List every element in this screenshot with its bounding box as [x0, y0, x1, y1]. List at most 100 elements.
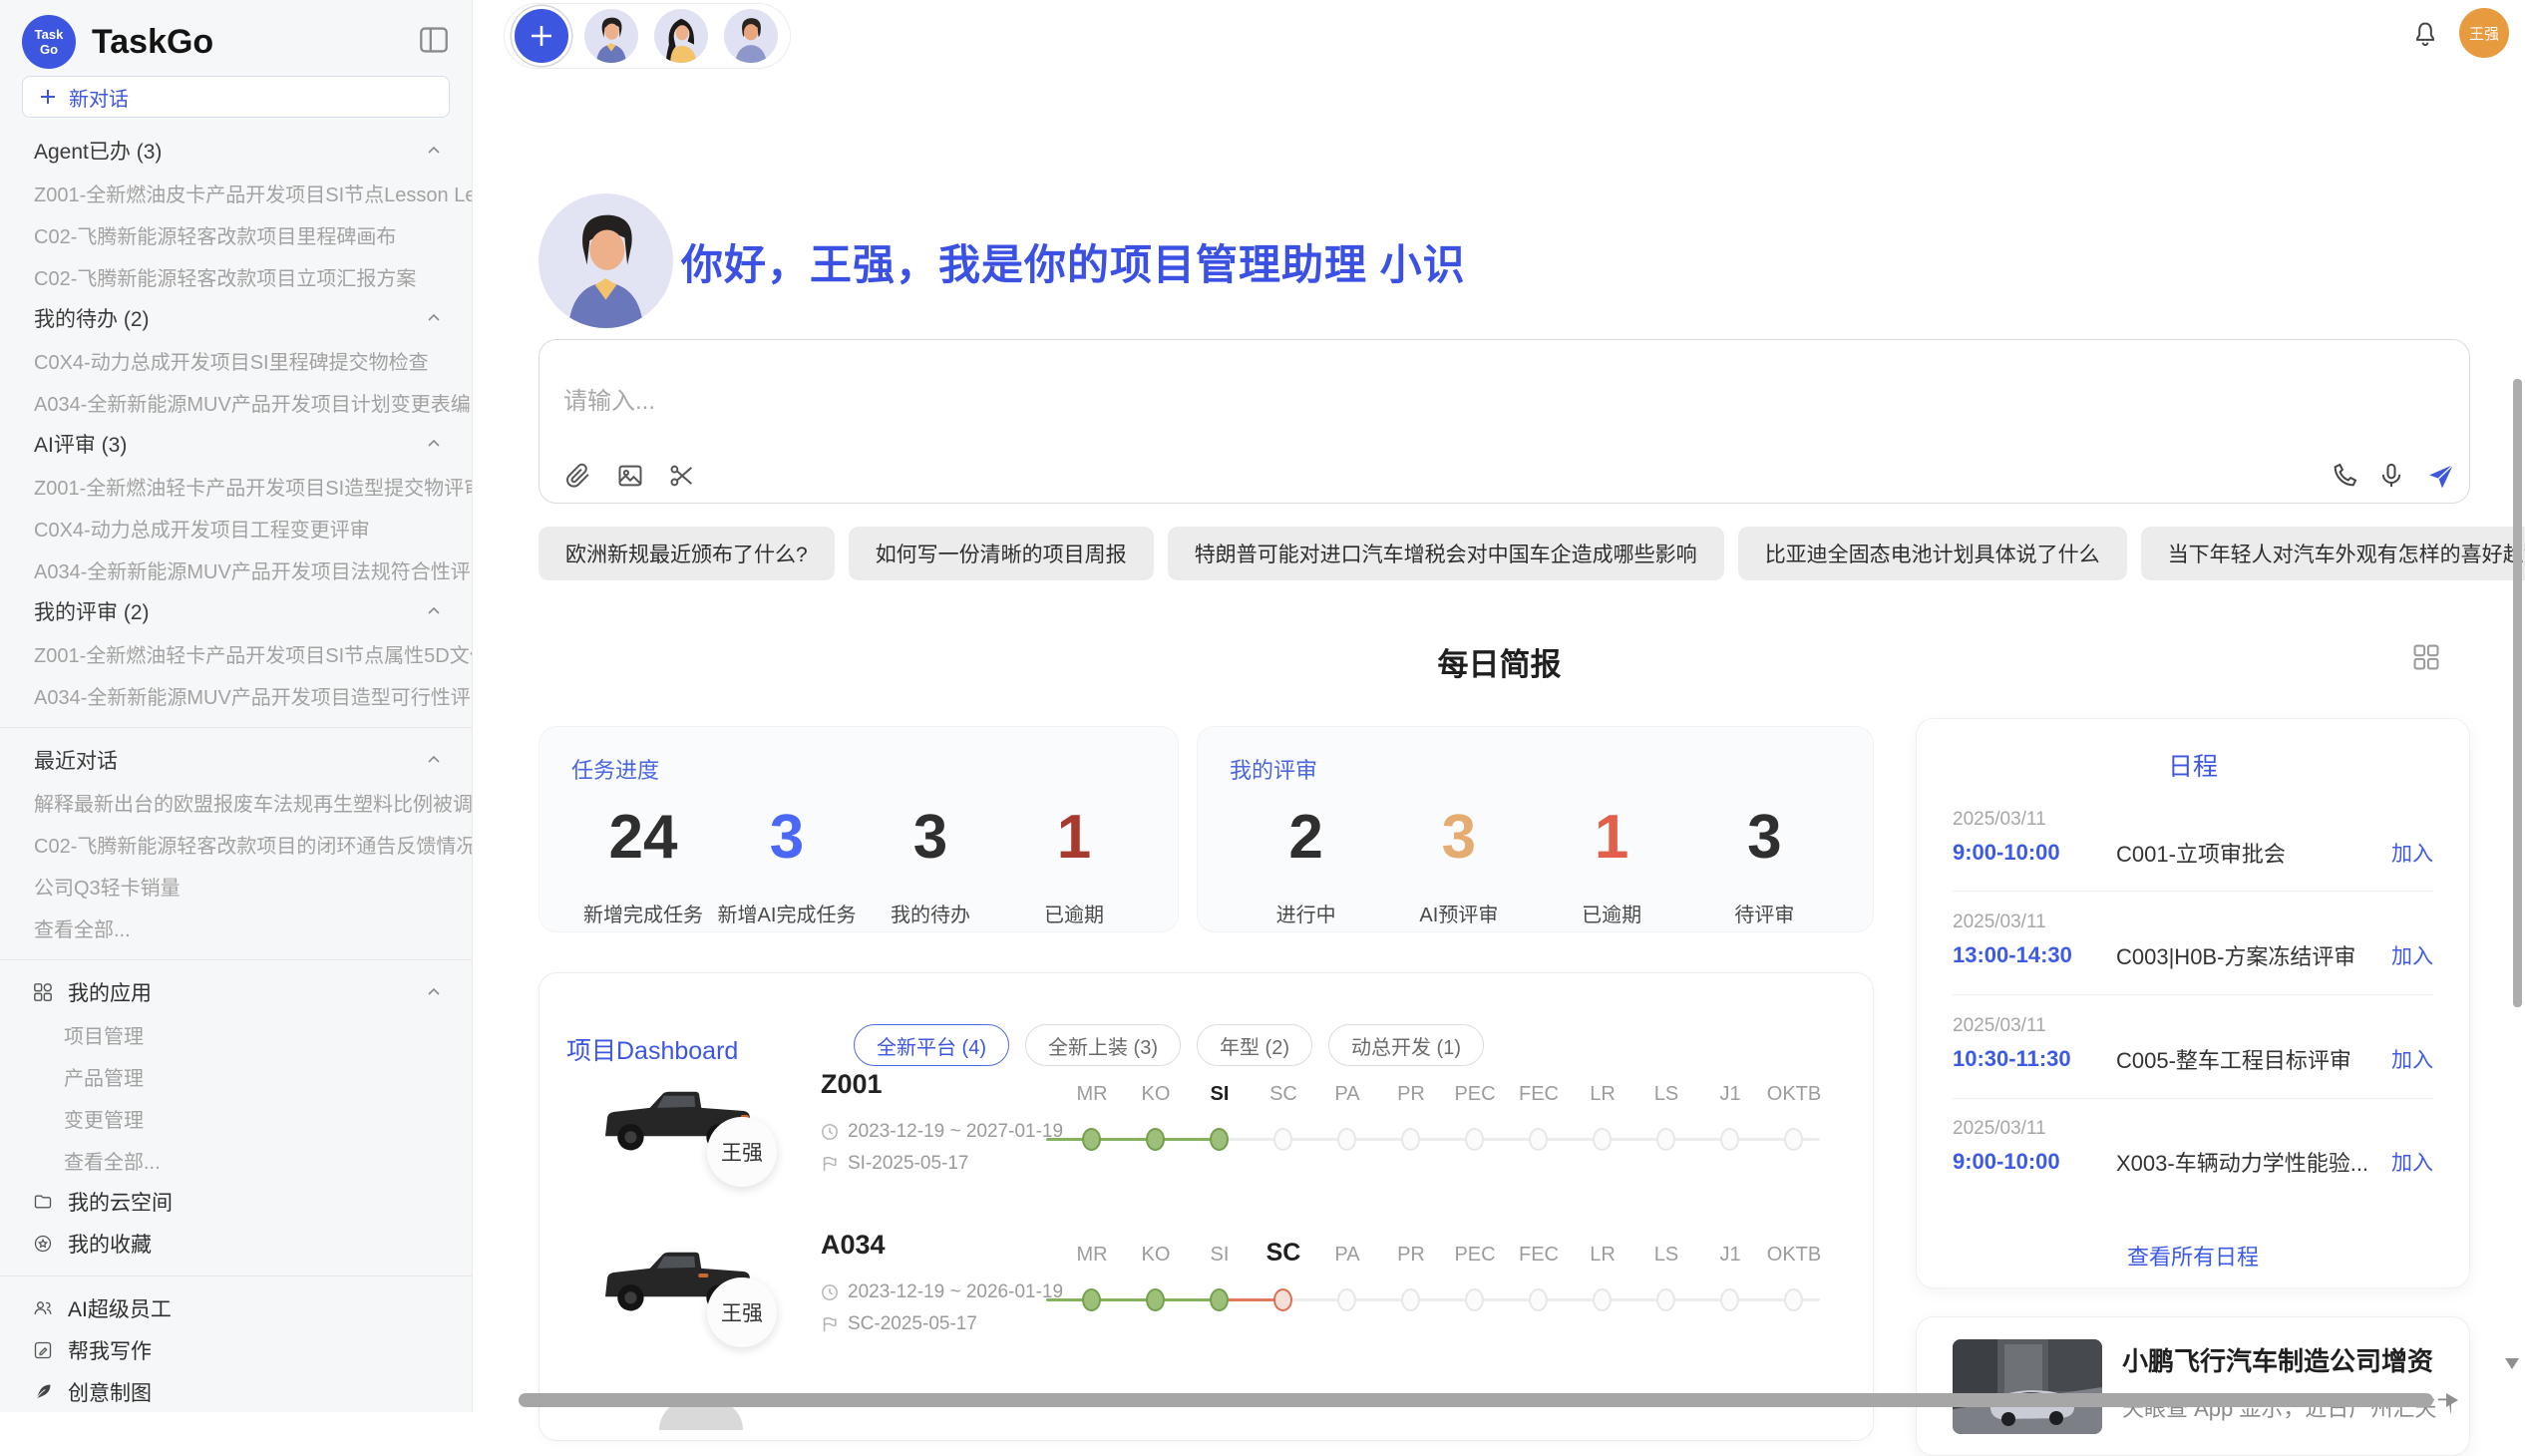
sidebar-item[interactable]: Z001-全新燃油轻卡产品开发项目SI造型提交物评审 [0, 465, 472, 507]
milestone-dot [1401, 1128, 1420, 1151]
sidebar-item[interactable]: Z001-全新燃油轻卡产品开发项目SI节点属性5D文件评审 [0, 632, 472, 674]
stat-label: 进行中 [1230, 899, 1382, 927]
sidebar-item-app[interactable]: 变更管理 [0, 1097, 472, 1139]
join-link[interactable]: 加入 [2391, 838, 2433, 868]
view-all-schedule-link[interactable]: 查看所有日程 [1917, 1240, 2469, 1272]
sidebar-section-my-todo[interactable]: 我的待办 (2) [0, 297, 472, 339]
sidebar-item[interactable]: A034-全新新能源MUV产品开发项目计划变更表编写 [0, 381, 472, 423]
schedule-item[interactable]: 9:00-10:00 C001-立项审批会 加入 [1953, 837, 2433, 869]
add-agent-button[interactable] [515, 9, 568, 63]
sidebar-item[interactable]: 解释最新出台的欧盟报废车法规再生塑料比例被调至15%... [0, 781, 472, 823]
sidebar-item[interactable]: C0X4-动力总成开发项目SI里程碑提交物检查 [0, 339, 472, 381]
schedule-time: 9:00-10:00 [1953, 840, 2116, 866]
sidebar-item-creative-draw[interactable]: 创意制图 [0, 1371, 472, 1412]
filter-chip[interactable]: 年型 (2) [1197, 1024, 1312, 1066]
schedule-time: 10:30-11:30 [1953, 1046, 2116, 1072]
user-avatar[interactable]: 王强 [2459, 8, 2509, 58]
sidebar-item-help-write[interactable]: 帮我写作 [0, 1329, 472, 1371]
suggestion-chip[interactable]: 如何写一份清晰的项目周报 [849, 527, 1154, 580]
schedule-time: 9:00-10:00 [1953, 1149, 2116, 1175]
sidebar: Task Go TaskGo 新对话 Agent已办 (3) Z001-全新燃油… [0, 0, 473, 1412]
sidebar-item-cloud-space[interactable]: 我的云空间 [0, 1181, 472, 1223]
sidebar-item[interactable]: C02-飞腾新能源轻客改款项目的闭环通告反馈情况 [0, 823, 472, 865]
schedule-time: 13:00-14:30 [1953, 942, 2116, 968]
divider [0, 959, 472, 960]
sidebar-item-favorites[interactable]: 我的收藏 [0, 1223, 472, 1265]
sidebar-item-view-all[interactable]: 查看全部... [0, 907, 472, 948]
join-link[interactable]: 加入 [2391, 1044, 2433, 1074]
agent-avatar-1[interactable] [584, 9, 638, 63]
star-badge-icon [33, 1234, 53, 1254]
filter-chip[interactable]: 动总开发 (1) [1328, 1024, 1484, 1066]
creative-draw-label: 创意制图 [68, 1377, 442, 1407]
sidebar-collapse-icon[interactable] [418, 26, 450, 59]
sidebar-item[interactable]: A034-全新新能源MUV产品开发项目法规符合性评审 [0, 548, 472, 590]
plus-icon [529, 23, 554, 49]
news-card[interactable]: 小鹏飞行汽车制造公司增资 天眼查 App 显示，近日广州汇天飞行汽... [1916, 1316, 2470, 1456]
project-row[interactable]: 王强 A034 2023-12-19 ~ 2026-01-19 SC-2025-… [540, 1222, 1875, 1381]
image-icon[interactable] [616, 462, 644, 495]
sidebar-item-ai-employee[interactable]: AI超级员工 [0, 1287, 472, 1329]
schedule-item[interactable]: 9:00-10:00 X003-车辆动力学性能验... 加入 [1953, 1146, 2433, 1178]
stat-value: 2 [1230, 807, 1382, 869]
project-row[interactable]: 王强 Z001 2023-12-19 ~ 2027-01-19 SI-2025-… [540, 1061, 1875, 1221]
scroll-down-arrow[interactable] [2505, 1358, 2519, 1369]
sidebar-item[interactable]: C02-飞腾新能源轻客改款项目里程碑画布 [0, 213, 472, 255]
send-icon[interactable] [2426, 462, 2456, 497]
attachment-icon[interactable] [564, 462, 592, 495]
phone-icon[interactable] [2331, 462, 2358, 495]
scissors-icon[interactable] [668, 462, 696, 495]
suggestion-chip[interactable]: 欧洲新规最近颁布了什么? [539, 527, 835, 580]
sidebar-item[interactable]: Z001-全新燃油皮卡产品开发项目SI节点Lesson Learn报告 [0, 172, 472, 213]
milestone-dot [1210, 1288, 1229, 1311]
schedule-item[interactable]: 13:00-14:30 C003|H0B-方案冻结评审 加入 [1953, 939, 2433, 971]
filter-chip[interactable]: 全新上装 (3) [1025, 1024, 1181, 1066]
vertical-scrollbar[interactable] [2513, 379, 2522, 1007]
schedule-date: 2025/03/11 [1953, 911, 2046, 933]
sidebar-item[interactable]: A034-全新新能源MUV产品开发项目造型可行性评审 [0, 674, 472, 716]
join-link[interactable]: 加入 [2391, 940, 2433, 970]
schedule-item[interactable]: 10:30-11:30 C005-整车工程目标评审 加入 [1953, 1043, 2433, 1075]
join-link[interactable]: 加入 [2391, 1147, 2433, 1177]
agent-avatar-2[interactable] [654, 9, 708, 63]
card-title: 我的评审 [1230, 753, 1841, 785]
chat-input[interactable] [563, 388, 1960, 416]
suggestion-chip[interactable]: 当下年轻人对汽车外观有怎样的喜好趋势 [2141, 527, 2525, 580]
horizontal-scrollbar[interactable] [519, 1393, 2433, 1407]
new-chat-button[interactable]: 新对话 [22, 76, 450, 118]
sidebar-section-ai-review[interactable]: AI评审 (3) [0, 423, 472, 465]
suggestion-chip[interactable]: 比亚迪全固态电池计划具体说了什么 [1738, 527, 2127, 580]
milestone-dot [1593, 1288, 1612, 1311]
sidebar-item[interactable]: C0X4-动力总成开发项目工程变更评审 [0, 507, 472, 548]
scroll-right-arrow[interactable] [2446, 1393, 2458, 1407]
schedule-name: C001-立项审批会 [2116, 837, 2391, 869]
mic-icon[interactable] [2377, 462, 2405, 495]
schedule-title: 日程 [1917, 747, 2469, 783]
sidebar-item-view-all-apps[interactable]: 查看全部... [0, 1139, 472, 1181]
app-title: TaskGo [92, 23, 418, 62]
layout-grid-icon[interactable] [2412, 643, 2440, 676]
new-chat-label: 新对话 [69, 83, 129, 112]
notification-bell-icon[interactable] [2411, 20, 2439, 53]
task-progress-card: 任务进度 24新增完成任务 3新增AI完成任务 3我的待办 1已逾期 [539, 726, 1179, 932]
sidebar-section-recent-chats[interactable]: 最近对话 [0, 739, 472, 781]
sidebar-item-my-apps[interactable]: 我的应用 [0, 971, 472, 1013]
project-dates: 2023-12-19 ~ 2027-01-19 [821, 1121, 1063, 1143]
sidebar-item-app[interactable]: 项目管理 [0, 1013, 472, 1055]
stat-value: 3 [1382, 807, 1535, 869]
stat-value: 3 [1688, 807, 1841, 869]
sidebar-item[interactable]: 公司Q3轻卡销量 [0, 865, 472, 907]
filter-chip[interactable]: 全新平台 (4) [854, 1024, 1009, 1066]
divider [0, 727, 472, 728]
sidebar-item[interactable]: C02-飞腾新能源轻客改款项目立项汇报方案 [0, 255, 472, 297]
schedule-date: 2025/03/11 [1953, 1015, 2046, 1037]
chat-composer [539, 339, 2470, 504]
sidebar-item-app[interactable]: 产品管理 [0, 1055, 472, 1097]
milestone-dot [1210, 1128, 1229, 1151]
suggestion-chip[interactable]: 特朗普可能对进口汽车增税会对中国车企造成哪些影响 [1168, 527, 1724, 580]
sidebar-section-my-review[interactable]: 我的评审 (2) [0, 590, 472, 632]
sidebar-section-agent-done[interactable]: Agent已办 (3) [0, 130, 472, 172]
divider [1953, 994, 2433, 995]
my-review-card: 我的评审 2进行中 3AI预评审 1已逾期 3待评审 [1197, 726, 1874, 932]
agent-avatar-3[interactable] [724, 9, 778, 63]
